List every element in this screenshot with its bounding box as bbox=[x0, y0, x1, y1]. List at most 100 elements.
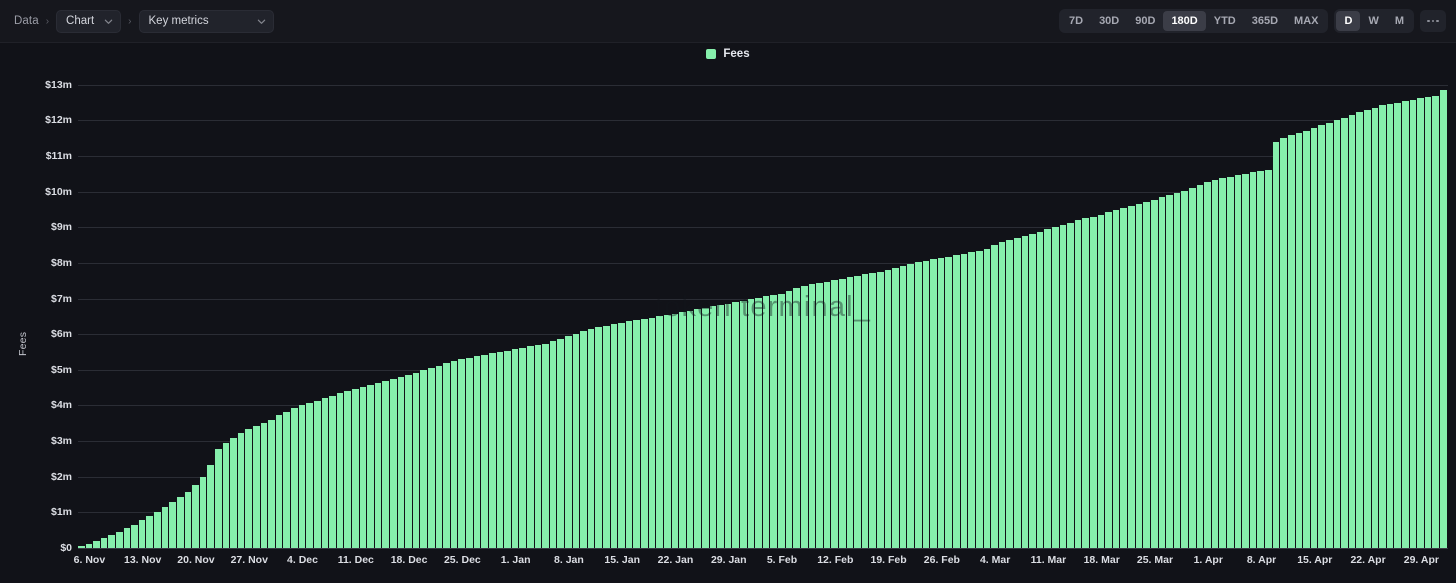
bar[interactable] bbox=[412, 372, 421, 548]
bar[interactable] bbox=[1105, 212, 1113, 548]
bar[interactable] bbox=[740, 300, 748, 548]
bar[interactable] bbox=[732, 302, 741, 548]
bar[interactable] bbox=[359, 386, 368, 548]
period-90d[interactable]: 90D bbox=[1127, 11, 1163, 31]
bar[interactable] bbox=[1287, 135, 1296, 548]
bar[interactable] bbox=[306, 403, 314, 548]
bar[interactable] bbox=[1150, 199, 1159, 548]
bar[interactable] bbox=[428, 367, 436, 548]
bar[interactable] bbox=[1112, 210, 1121, 548]
granularity-w[interactable]: W bbox=[1360, 11, 1386, 31]
bar[interactable] bbox=[587, 329, 596, 548]
bar[interactable] bbox=[336, 393, 345, 548]
bar[interactable] bbox=[313, 401, 322, 548]
bar[interactable] bbox=[1166, 195, 1174, 548]
bar[interactable] bbox=[884, 270, 893, 548]
bar[interactable] bbox=[450, 360, 459, 548]
bar[interactable] bbox=[968, 252, 976, 548]
bar[interactable] bbox=[1386, 104, 1395, 548]
bar[interactable] bbox=[641, 318, 649, 548]
bar[interactable] bbox=[1257, 171, 1266, 548]
bar[interactable] bbox=[1219, 178, 1228, 548]
bar[interactable] bbox=[496, 352, 505, 548]
bar[interactable] bbox=[1363, 109, 1372, 548]
bar[interactable] bbox=[770, 295, 779, 548]
bar[interactable] bbox=[504, 350, 512, 548]
bar[interactable] bbox=[930, 259, 938, 548]
bar[interactable] bbox=[869, 272, 877, 548]
bar[interactable] bbox=[1173, 193, 1182, 548]
bar[interactable] bbox=[374, 382, 383, 548]
bar[interactable] bbox=[1242, 173, 1250, 548]
chart-type-dropdown[interactable]: Chart bbox=[56, 9, 122, 33]
bar[interactable] bbox=[1249, 172, 1258, 548]
bar[interactable] bbox=[138, 520, 147, 548]
bar[interactable] bbox=[1348, 114, 1357, 548]
bar[interactable] bbox=[922, 260, 931, 548]
bar[interactable] bbox=[983, 248, 992, 548]
bar[interactable] bbox=[899, 265, 908, 548]
bar[interactable] bbox=[694, 309, 702, 548]
period-ytd[interactable]: YTD bbox=[1206, 11, 1244, 31]
bar[interactable] bbox=[123, 528, 132, 548]
bar[interactable] bbox=[991, 245, 999, 548]
bar[interactable] bbox=[1052, 227, 1060, 548]
bar[interactable] bbox=[1341, 117, 1349, 548]
bar[interactable] bbox=[1333, 120, 1342, 548]
bar[interactable] bbox=[214, 448, 223, 548]
bar[interactable] bbox=[1044, 229, 1052, 548]
bar[interactable] bbox=[1394, 102, 1403, 548]
bar[interactable] bbox=[838, 278, 847, 548]
bar[interactable] bbox=[937, 257, 946, 548]
bar[interactable] bbox=[1310, 128, 1319, 548]
bar[interactable] bbox=[1021, 235, 1030, 548]
bar[interactable] bbox=[953, 255, 961, 548]
bar[interactable] bbox=[321, 398, 330, 548]
bar[interactable] bbox=[755, 297, 763, 548]
bar[interactable] bbox=[1196, 184, 1205, 548]
granularity-m[interactable]: M bbox=[1387, 11, 1412, 31]
bar[interactable] bbox=[237, 433, 246, 548]
bar[interactable] bbox=[1265, 169, 1273, 548]
bar[interactable] bbox=[1325, 122, 1334, 548]
bar[interactable] bbox=[618, 322, 626, 548]
bar[interactable] bbox=[549, 341, 558, 548]
bar[interactable] bbox=[960, 253, 969, 548]
bar[interactable] bbox=[108, 535, 117, 548]
more-options-button[interactable] bbox=[1420, 10, 1446, 32]
bar[interactable] bbox=[1067, 223, 1075, 548]
bar[interactable] bbox=[1234, 175, 1243, 548]
bar[interactable] bbox=[808, 284, 817, 548]
bar[interactable] bbox=[663, 314, 672, 548]
legend-label-fees[interactable]: Fees bbox=[723, 48, 749, 60]
bar[interactable] bbox=[1295, 133, 1304, 548]
bar[interactable] bbox=[192, 484, 200, 548]
bar[interactable] bbox=[1082, 218, 1091, 548]
bar[interactable] bbox=[488, 353, 497, 548]
bar[interactable] bbox=[382, 380, 390, 548]
bar[interactable] bbox=[85, 543, 94, 548]
bar[interactable] bbox=[435, 365, 444, 548]
bar[interactable] bbox=[405, 374, 413, 548]
bar[interactable] bbox=[1181, 191, 1189, 548]
period-7d[interactable]: 7D bbox=[1061, 11, 1091, 31]
bar[interactable] bbox=[534, 344, 543, 548]
bar[interactable] bbox=[329, 395, 337, 548]
bar[interactable] bbox=[389, 379, 398, 548]
bar[interactable] bbox=[275, 415, 284, 548]
bar[interactable] bbox=[625, 321, 634, 548]
bar[interactable] bbox=[785, 291, 794, 548]
bar[interactable] bbox=[1318, 125, 1326, 548]
bar[interactable] bbox=[93, 540, 101, 548]
bar[interactable] bbox=[565, 336, 573, 548]
bar[interactable] bbox=[397, 376, 406, 548]
bar[interactable] bbox=[1188, 188, 1197, 548]
period-180d[interactable]: 180D bbox=[1163, 11, 1206, 31]
bar[interactable] bbox=[298, 405, 307, 548]
bar[interactable] bbox=[526, 346, 535, 548]
bar[interactable] bbox=[648, 317, 657, 548]
bar[interactable] bbox=[861, 274, 870, 548]
bar[interactable] bbox=[656, 316, 664, 548]
bar[interactable] bbox=[1417, 98, 1425, 548]
bar[interactable] bbox=[131, 524, 139, 548]
